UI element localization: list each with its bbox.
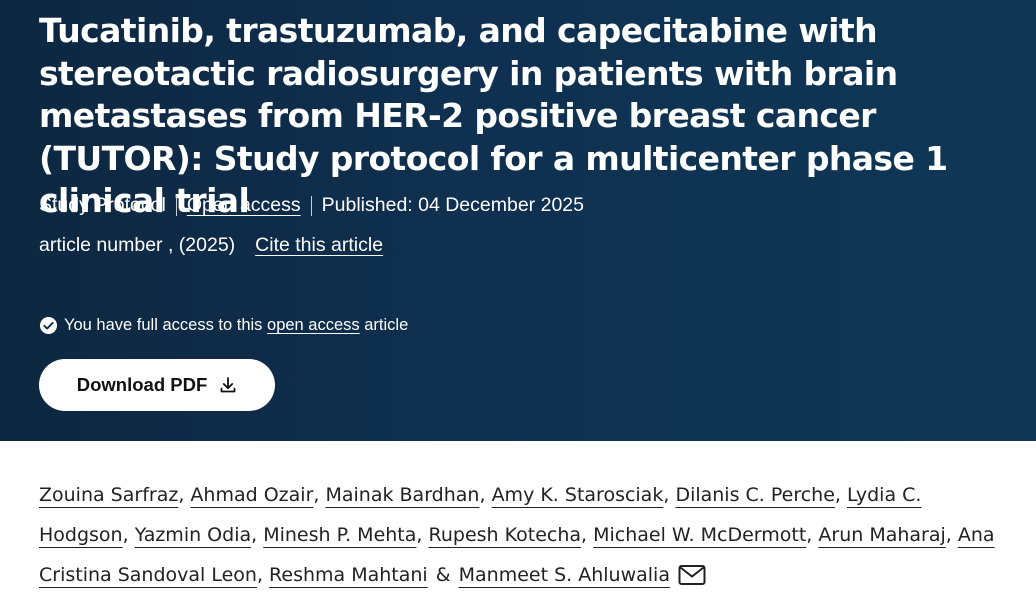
open-access-notice-link[interactable]: open access (267, 316, 360, 335)
article-type: Study Protocol (39, 194, 166, 216)
author-link[interactable]: Mainak Bardhan (325, 484, 479, 506)
author-list: Zouina Sarfraz, Ahmad Ozair, Mainak Bard… (39, 475, 1004, 595)
envelope-icon[interactable] (678, 564, 706, 586)
author-link[interactable]: Rupesh Kotecha (429, 524, 582, 546)
access-notice: You have full access to this open access… (39, 316, 408, 335)
author-link[interactable]: Manmeet S. Ahluwalia (459, 564, 670, 586)
access-notice-suffix: article (359, 316, 409, 334)
cite-this-article-link[interactable]: Cite this article (255, 234, 383, 257)
author-link[interactable]: Reshma Mahtani (269, 564, 428, 586)
author-separator: , (256, 564, 270, 586)
open-access-link[interactable]: Open access (187, 194, 301, 217)
author-separator: , (122, 524, 135, 546)
download-icon (220, 377, 236, 393)
author-link[interactable]: Minesh P. Mehta (263, 524, 416, 546)
author-separator: , (479, 484, 492, 506)
author-separator: , (251, 524, 264, 546)
published-date: Published: 04 December 2025 (321, 194, 584, 216)
author-link[interactable]: Michael W. McDermott (593, 524, 806, 546)
author-separator: , (663, 484, 676, 506)
author-separator: , (178, 484, 191, 506)
download-pdf-button[interactable]: Download PDF (39, 359, 275, 411)
article-title: Tucatinib, trastuzumab, and capecitabine… (39, 11, 948, 220)
author-separator: , (945, 524, 958, 546)
author-link[interactable]: Amy K. Starosciak (492, 484, 664, 506)
author-link[interactable]: Dilanis C. Perche (675, 484, 834, 506)
author-separator: , (416, 524, 429, 546)
author-separator: , (313, 484, 326, 506)
download-pdf-label: Download PDF (76, 374, 208, 395)
author-link[interactable]: Ahmad Ozair (190, 484, 313, 506)
article-header: Tucatinib, trastuzumab, and capecitabine… (0, 0, 1036, 441)
article-meta: Study Protocol Open access Published: 04… (39, 194, 584, 217)
article-citation-row: article number , (2025) Cite this articl… (39, 234, 383, 257)
author-ampersand: & (429, 564, 457, 586)
author-link[interactable]: Arun Maharaj (818, 524, 945, 546)
author-link[interactable]: Yazmin Odia (135, 524, 251, 546)
author-separator: , (834, 484, 848, 506)
article-number: article number , (2025) (39, 234, 236, 256)
divider (175, 195, 177, 216)
check-circle-icon (39, 316, 58, 335)
author-separator: , (806, 524, 819, 546)
author-link[interactable]: Zouina Sarfraz (39, 484, 178, 506)
author-separator: , (581, 524, 594, 546)
access-notice-prefix: You have full access to this (64, 316, 268, 334)
divider (310, 195, 312, 216)
